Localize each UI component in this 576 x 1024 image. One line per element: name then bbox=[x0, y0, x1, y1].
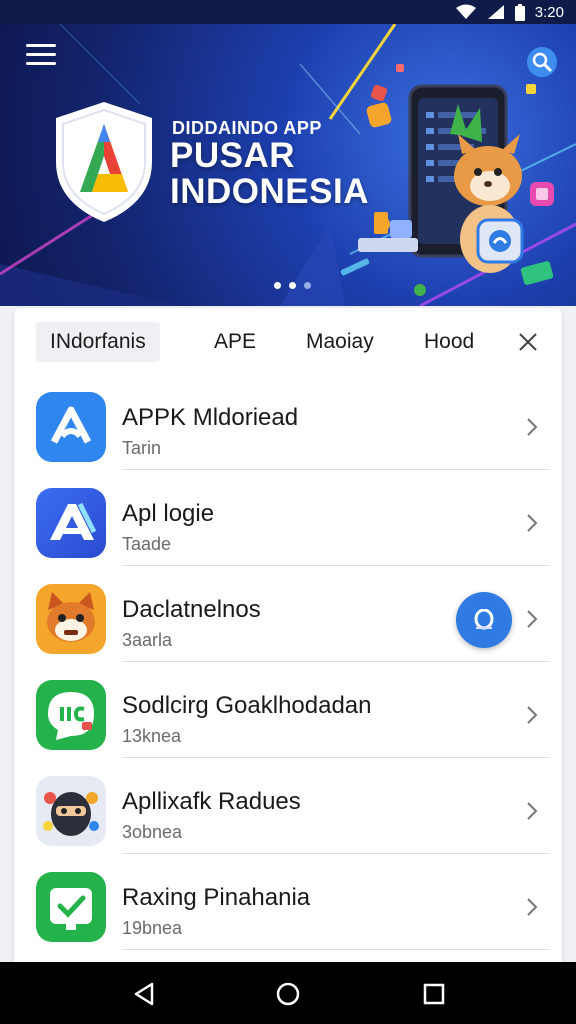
carousel-dot[interactable] bbox=[304, 282, 311, 289]
tab-hood[interactable]: Hood bbox=[424, 322, 474, 362]
chevron-right-icon bbox=[527, 418, 538, 436]
battery-icon bbox=[514, 3, 525, 21]
recents-icon[interactable] bbox=[420, 980, 448, 1008]
check-green-icon bbox=[36, 872, 106, 942]
home-icon[interactable] bbox=[274, 980, 302, 1008]
app-subtitle: 19bnea bbox=[122, 918, 183, 938]
wifi-icon bbox=[455, 4, 476, 19]
signal-icon bbox=[487, 5, 504, 19]
app-list-card: INdorfanis APE Maoiay Hood APPK Mldoriea… bbox=[14, 308, 562, 978]
tab-maoiay[interactable]: Maoiay bbox=[306, 322, 374, 362]
carousel-dot[interactable] bbox=[289, 282, 296, 289]
carousel-dot[interactable] bbox=[274, 282, 281, 289]
chevron-right-icon bbox=[527, 514, 538, 532]
status-time: 3:20 bbox=[534, 3, 564, 21]
back-icon[interactable] bbox=[130, 980, 158, 1008]
app-title: Apl logie bbox=[122, 500, 215, 527]
chevron-right-icon bbox=[527, 610, 538, 628]
app-a-blue-icon bbox=[36, 392, 106, 462]
app-title: Sodlcirg Goaklhodadan bbox=[122, 692, 372, 719]
chevron-right-icon bbox=[527, 706, 538, 724]
app-a-indigo-icon bbox=[36, 488, 106, 558]
row-divider bbox=[122, 949, 550, 950]
list-item[interactable]: Daclatnelnos 3aarla bbox=[14, 564, 562, 662]
hero-banner[interactable]: DIDDAINDO APP PUSAR INDONESIA bbox=[0, 24, 576, 306]
app-title: Apllixafk Radues bbox=[122, 788, 301, 815]
fox-mascot-icon bbox=[36, 584, 106, 654]
app-subtitle: 13knea bbox=[122, 726, 182, 746]
app-subtitle: 3aarla bbox=[122, 630, 173, 650]
tab-ape[interactable]: APE bbox=[214, 322, 256, 362]
menu-icon[interactable] bbox=[26, 44, 56, 70]
chevron-right-icon bbox=[527, 802, 538, 820]
cloud-icon bbox=[474, 609, 494, 630]
app-title: APPK Mldoriead bbox=[122, 404, 299, 431]
list-item[interactable]: Raxing Pinahania 19bnea bbox=[14, 852, 562, 950]
list-item[interactable]: APPK Mldoriead Tarin bbox=[14, 372, 562, 470]
app-title: Raxing Pinahania bbox=[122, 884, 311, 911]
tab-indorfanis[interactable]: INdorfanis bbox=[36, 322, 160, 362]
close-icon[interactable] bbox=[514, 328, 542, 356]
list-item[interactable]: Apllixafk Radues 3obnea bbox=[14, 756, 562, 854]
app-subtitle: Tarin bbox=[122, 438, 162, 458]
chat-green-icon bbox=[36, 680, 106, 750]
floating-action-button[interactable] bbox=[456, 592, 512, 648]
list-item[interactable]: Sodlcirg Goaklhodadan 13knea bbox=[14, 660, 562, 758]
app-subtitle: Taade bbox=[122, 534, 172, 554]
status-bar: 3:20 bbox=[0, 0, 576, 24]
ninja-mascot-icon bbox=[36, 776, 106, 846]
app-title: Daclatnelnos bbox=[122, 596, 261, 623]
carousel-dots[interactable] bbox=[274, 282, 311, 289]
list-item[interactable]: Apl logie Taade bbox=[14, 468, 562, 566]
app-subtitle: 3obnea bbox=[122, 822, 183, 842]
phone-mascot-illustration bbox=[340, 64, 554, 296]
chevron-right-icon bbox=[527, 898, 538, 916]
app-logo-shield bbox=[56, 102, 152, 222]
system-nav-bar bbox=[0, 962, 576, 1024]
category-tabs: INdorfanis APE Maoiay Hood bbox=[14, 308, 562, 372]
